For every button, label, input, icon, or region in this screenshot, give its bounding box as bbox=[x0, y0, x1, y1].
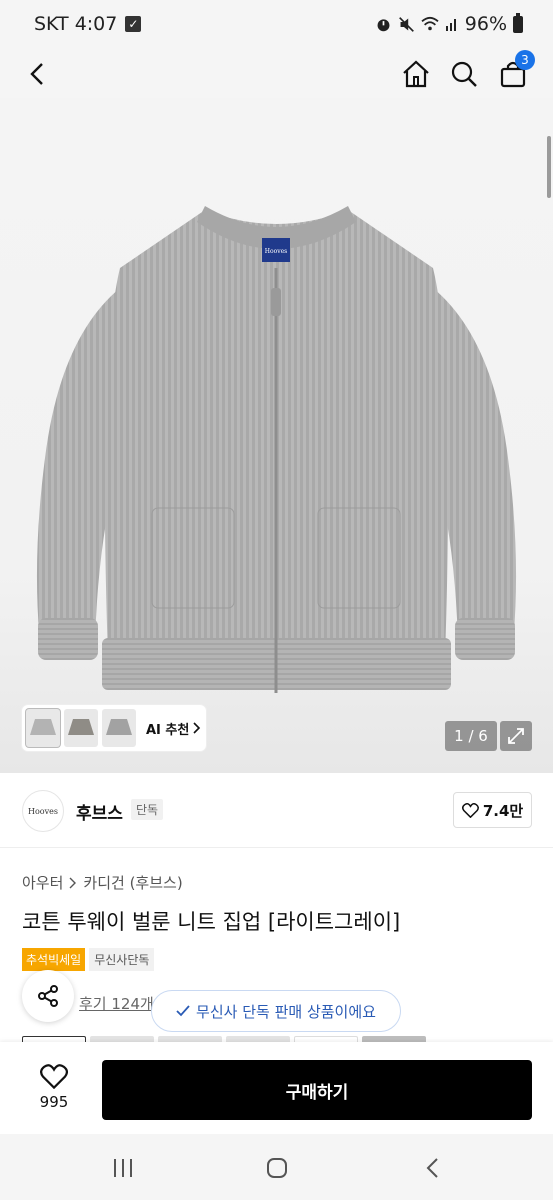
brand-name[interactable]: 후브스 bbox=[76, 799, 123, 824]
brand-like-button[interactable]: 7.4만 bbox=[453, 792, 532, 828]
product-badges: 추석빅세일 무신사단독 bbox=[22, 948, 155, 971]
recent-apps-icon bbox=[114, 1159, 132, 1177]
thumb-cardigan-icon bbox=[68, 719, 94, 735]
wish-count: 995 bbox=[39, 1093, 69, 1111]
status-bar: SKT 4:07 ✓ 96% bbox=[0, 0, 553, 50]
thumbnail-strip: AI 추천 bbox=[22, 705, 206, 751]
brand-logo[interactable]: Hooves bbox=[22, 790, 64, 832]
heart-icon bbox=[40, 1064, 68, 1089]
back-button[interactable] bbox=[20, 56, 56, 92]
home-icon bbox=[403, 60, 429, 88]
battery-icon bbox=[513, 12, 523, 33]
back-nav-icon bbox=[426, 1158, 438, 1178]
search-button[interactable] bbox=[446, 56, 482, 92]
breadcrumb-item[interactable]: 아우터 bbox=[22, 872, 63, 893]
battery-percent: 96% bbox=[464, 13, 507, 35]
status-right: 96% bbox=[375, 12, 523, 35]
exclusive-badge: 무신사단독 bbox=[89, 948, 155, 971]
alarm-icon bbox=[377, 18, 390, 31]
chevron-right-icon bbox=[193, 722, 201, 734]
back-nav-button[interactable] bbox=[418, 1154, 448, 1182]
svg-text:Hooves: Hooves bbox=[265, 248, 287, 255]
home-button[interactable] bbox=[398, 56, 434, 92]
recent-apps-button[interactable] bbox=[108, 1154, 138, 1182]
review-link[interactable]: 후기 124개 bbox=[79, 993, 154, 1014]
buy-button[interactable]: 구매하기 bbox=[102, 1060, 532, 1120]
back-icon bbox=[30, 63, 43, 85]
wish-button[interactable]: 995 bbox=[24, 1064, 84, 1111]
home-nav-icon bbox=[267, 1158, 287, 1178]
thumbnail-2[interactable] bbox=[64, 709, 98, 747]
toast-text: 무신사 단독 판매 상품이에요 bbox=[196, 1002, 376, 1021]
home-nav-button[interactable] bbox=[262, 1154, 292, 1182]
thumb-cardigan-icon bbox=[106, 719, 132, 735]
share-button[interactable] bbox=[22, 970, 74, 1022]
share-icon bbox=[38, 985, 58, 1007]
sale-badge: 추석빅세일 bbox=[22, 948, 86, 971]
exclusive-toast: 무신사 단독 판매 상품이에요 bbox=[151, 990, 401, 1032]
carrier-time: SKT 4:07 bbox=[34, 13, 118, 35]
check-icon bbox=[176, 1005, 190, 1017]
expand-icon bbox=[508, 728, 524, 744]
thumbnail-3[interactable] bbox=[102, 709, 136, 747]
cart-button[interactable]: 3 bbox=[495, 50, 535, 92]
scrollbar[interactable] bbox=[547, 136, 551, 198]
signal-icon bbox=[445, 19, 456, 31]
product-title: 코튼 투웨이 벌룬 니트 집업 [라이트그레이] bbox=[22, 910, 401, 934]
brand-tag: 단독 bbox=[131, 799, 164, 820]
thumbnail-1[interactable] bbox=[26, 709, 60, 747]
brand-like-count: 7.4만 bbox=[482, 801, 524, 820]
brand-row: Hooves 후브스 단독 7.4만 bbox=[0, 773, 553, 848]
page-indicator: 1 / 6 bbox=[445, 721, 497, 751]
top-bar: 3 bbox=[0, 50, 553, 98]
purchase-bar: 995 구매하기 bbox=[0, 1042, 553, 1134]
cart-count-badge: 3 bbox=[515, 50, 535, 70]
ai-recommend-link[interactable]: AI 추천 bbox=[146, 719, 201, 738]
cardigan-image: Hooves bbox=[36, 206, 517, 693]
ai-recommend-label: AI 추천 bbox=[146, 722, 190, 738]
check-icon: ✓ bbox=[125, 16, 142, 32]
heart-icon bbox=[461, 802, 479, 818]
chevron-right-icon bbox=[69, 877, 77, 888]
breadcrumb: 아우터 카디건 (후브스) bbox=[22, 872, 183, 893]
product-image[interactable]: Hooves bbox=[0, 98, 553, 773]
thumb-cardigan-icon bbox=[30, 719, 56, 735]
system-nav-bar bbox=[0, 1134, 553, 1200]
search-icon bbox=[451, 61, 477, 87]
breadcrumb-item[interactable]: 카디건 (후브스) bbox=[83, 872, 182, 893]
status-left: SKT 4:07 ✓ bbox=[34, 13, 142, 35]
wifi-icon bbox=[421, 16, 439, 31]
mute-icon bbox=[398, 16, 414, 32]
expand-button[interactable] bbox=[500, 721, 532, 751]
